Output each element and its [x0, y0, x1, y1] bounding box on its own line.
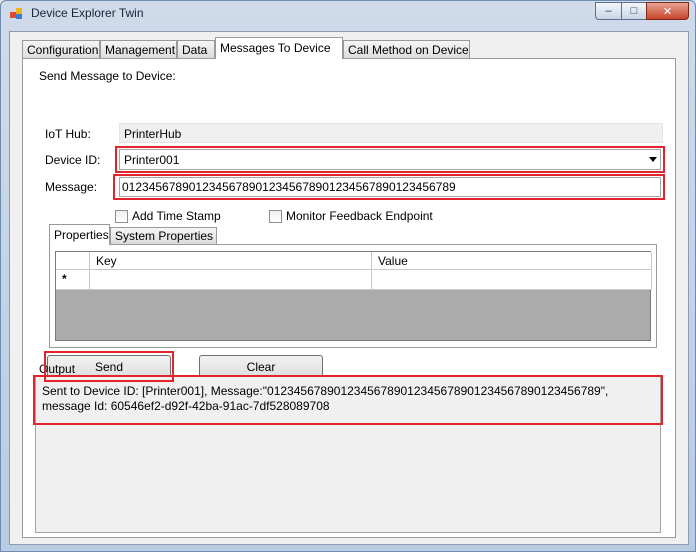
maximize-icon: □ [630, 5, 638, 17]
output-textbox[interactable]: Sent to Device ID: [Printer001], Message… [35, 375, 661, 533]
tab-configuration[interactable]: Configuration [22, 40, 100, 58]
device-id-selected: Printer001 [124, 153, 180, 167]
checkbox-label: Add Time Stamp [132, 209, 221, 223]
message-label: Message: [45, 180, 98, 194]
column-label: Value [378, 254, 408, 268]
column-label: Key [96, 254, 117, 268]
window-title: Device Explorer Twin [31, 6, 144, 20]
properties-grid[interactable]: Key Value * [55, 251, 652, 341]
row-header-corner [56, 252, 90, 270]
close-icon: ✕ [662, 5, 673, 18]
tab-management[interactable]: Management [100, 40, 177, 58]
checkbox-box[interactable] [269, 209, 282, 223]
add-time-stamp-checkbox[interactable]: Add Time Stamp [115, 209, 221, 223]
chevron-down-icon[interactable] [649, 157, 657, 162]
tab-call-method[interactable]: Call Method on Device [343, 40, 470, 58]
cell-value[interactable] [372, 270, 652, 290]
iot-hub-value: PrinterHub [119, 123, 663, 143]
messages-tab-page: Send Message to Device: IoT Hub: Printer… [22, 58, 676, 538]
title-bar[interactable]: Device Explorer Twin – □ ✕ [1, 1, 695, 27]
tab-label: Management [105, 43, 176, 57]
tab-label: Messages To Device [220, 41, 331, 55]
tab-messages-to-device[interactable]: Messages To Device [215, 37, 343, 59]
minimize-icon: – [605, 5, 612, 17]
maximize-button[interactable]: □ [621, 2, 646, 20]
iot-hub-text: PrinterHub [124, 127, 182, 141]
new-row-header[interactable]: * [56, 270, 90, 290]
tab-data[interactable]: Data [177, 40, 215, 58]
tab-label: Data [182, 43, 208, 57]
section-title: Send Message to Device: [39, 69, 176, 83]
cell-key[interactable] [90, 270, 372, 290]
device-id-dropdown[interactable]: Printer001 [119, 149, 661, 170]
minimize-button[interactable]: – [595, 2, 621, 20]
device-id-label: Device ID: [45, 153, 101, 167]
iot-hub-label: IoT Hub: [45, 127, 91, 141]
checkbox-box[interactable] [115, 209, 128, 223]
client-area: Configuration Management Data Messages T… [9, 31, 689, 545]
column-header-key[interactable]: Key [90, 252, 372, 270]
tab-label: System Properties [115, 229, 214, 243]
properties-page: Key Value * [49, 244, 657, 348]
checkbox-label: Monitor Feedback Endpoint [286, 209, 433, 223]
output-label: Output [39, 362, 76, 376]
output-text: Sent to Device ID: [Printer001], Message… [42, 384, 609, 413]
app-window: Device Explorer Twin – □ ✕ Configuration… [0, 0, 696, 552]
new-row-marker: * [62, 272, 67, 286]
close-button[interactable]: ✕ [646, 2, 689, 20]
tab-system-properties[interactable]: System Properties [110, 227, 217, 244]
tab-label: Configuration [27, 43, 99, 57]
tab-properties[interactable]: Properties [49, 224, 110, 245]
monitor-feedback-checkbox[interactable]: Monitor Feedback Endpoint [269, 209, 433, 223]
tab-label: Properties [54, 228, 109, 242]
window-controls: – □ ✕ [595, 2, 689, 20]
column-header-value[interactable]: Value [372, 252, 652, 270]
message-input[interactable] [119, 177, 661, 197]
tab-label: Call Method on Device [348, 43, 469, 57]
app-icon [10, 8, 22, 19]
